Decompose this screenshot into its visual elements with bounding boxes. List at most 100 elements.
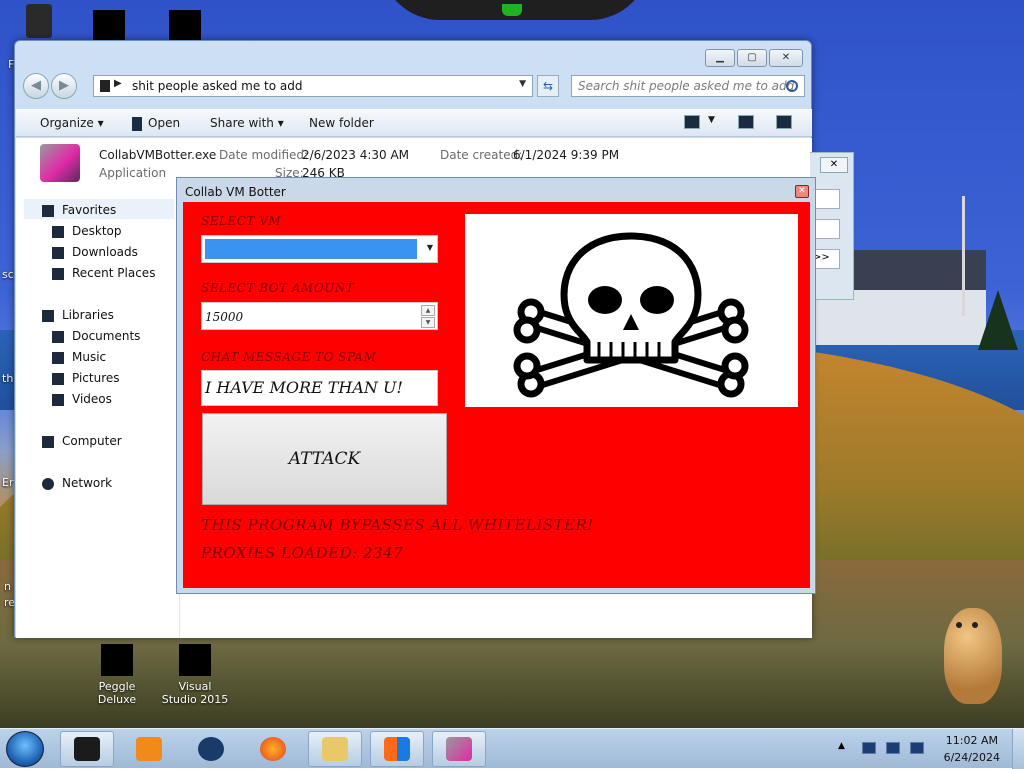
taskbar-explorer[interactable] bbox=[308, 731, 362, 767]
select-vm-dropdown[interactable]: ▼ bbox=[201, 235, 438, 263]
date-modified-value: 2/6/2023 4:30 AM bbox=[302, 148, 410, 162]
close-button[interactable]: ✕ bbox=[820, 157, 848, 173]
spin-down-icon[interactable]: ▼ bbox=[421, 317, 435, 328]
botter-body: SELECT VM ▼ SELECT BOT AMOUNT 15000 ▲ ▼ … bbox=[183, 202, 810, 588]
nav-label: Music bbox=[72, 350, 107, 364]
show-desktop-button[interactable] bbox=[1012, 729, 1024, 769]
peggle-icon bbox=[101, 644, 133, 676]
nav-favorites[interactable]: Favorites bbox=[42, 203, 116, 217]
back-button[interactable]: ◀ bbox=[23, 73, 49, 99]
chevron-down-icon[interactable]: ▼ bbox=[519, 79, 526, 89]
share-with-label: Share with bbox=[210, 116, 274, 130]
nav-music[interactable]: Music bbox=[52, 350, 106, 364]
action-center-icon[interactable] bbox=[862, 742, 876, 754]
app-icon bbox=[384, 737, 410, 761]
globe-icon bbox=[198, 737, 224, 761]
nav-computer[interactable]: Computer bbox=[42, 434, 122, 448]
desktop-fragment: sc bbox=[2, 268, 14, 281]
background-dialog: ✕ >> bbox=[810, 152, 854, 300]
clock-date[interactable]: 6/24/2024 bbox=[944, 751, 1000, 764]
skull-image-panel bbox=[465, 214, 798, 407]
chevron-down-icon[interactable]: ▼ bbox=[427, 243, 433, 252]
nav-documents[interactable]: Documents bbox=[52, 329, 140, 343]
refresh-button[interactable]: ⇆ bbox=[537, 75, 559, 97]
star-icon bbox=[42, 204, 54, 217]
open-button[interactable]: Open bbox=[132, 116, 180, 131]
libraries-icon bbox=[42, 309, 54, 322]
nav-network[interactable]: Network bbox=[42, 476, 112, 490]
taskbar-media-player[interactable] bbox=[122, 731, 176, 767]
address-bar[interactable]: ▶ shit people asked me to add ▼ bbox=[93, 75, 533, 97]
start-button[interactable] bbox=[6, 731, 44, 767]
music-icon bbox=[52, 351, 64, 364]
open-label: Open bbox=[148, 116, 181, 130]
nav-label: Downloads bbox=[72, 245, 138, 259]
search-icon[interactable] bbox=[786, 80, 798, 92]
collabvmbotter-file-icon bbox=[40, 144, 80, 182]
forward-button[interactable]: ▶ bbox=[51, 73, 77, 99]
help-icon[interactable] bbox=[776, 115, 792, 129]
nav-label: Videos bbox=[72, 392, 112, 406]
nav-label: Pictures bbox=[72, 371, 120, 385]
chat-message-label: CHAT MESSAGE TO SPAM bbox=[201, 350, 377, 364]
bot-amount-stepper[interactable]: 15000 ▲ ▼ bbox=[201, 302, 438, 330]
nav-libraries[interactable]: Libraries bbox=[42, 308, 114, 322]
volume-icon[interactable] bbox=[910, 742, 924, 754]
nav-recent-places[interactable]: Recent Places bbox=[52, 266, 155, 280]
network-icon[interactable] bbox=[886, 742, 900, 754]
taskbar-app-1[interactable] bbox=[60, 731, 114, 767]
system-tray: ▲ 11:02 AM 6/24/2024 bbox=[834, 729, 1024, 769]
file-name: CollabVMBotter.exe bbox=[99, 148, 217, 162]
desktop-icon-recycle-bin[interactable] bbox=[4, 4, 74, 42]
new-folder-button[interactable]: New folder bbox=[309, 116, 374, 130]
bot-amount-value: 15000 bbox=[205, 310, 244, 324]
desktop-fragment: Er bbox=[2, 476, 14, 489]
taskbar: ▲ 11:02 AM 6/24/2024 bbox=[0, 728, 1024, 769]
gopher-gadget bbox=[944, 608, 1002, 704]
show-hidden-icons-icon[interactable]: ▲ bbox=[838, 741, 845, 751]
select-vm-selection bbox=[205, 239, 417, 259]
open-icon bbox=[132, 116, 142, 131]
view-options-icon[interactable] bbox=[684, 115, 700, 129]
minimize-button[interactable]: ▁ bbox=[705, 49, 735, 67]
taskbar-collabvmbotter[interactable] bbox=[432, 731, 486, 767]
chevron-right-icon[interactable]: ▶ bbox=[114, 78, 122, 89]
preview-pane-icon[interactable] bbox=[738, 115, 754, 129]
spin-up-icon[interactable]: ▲ bbox=[421, 305, 435, 316]
desktop-icon-peggle-deluxe[interactable]: Peggle Deluxe bbox=[82, 644, 152, 706]
taskbar-globe[interactable] bbox=[184, 731, 238, 767]
folder-icon bbox=[93, 10, 125, 42]
date-modified-label: Date modified: bbox=[219, 148, 309, 162]
attack-button[interactable]: ATTACK bbox=[202, 413, 447, 505]
desktop-icon-visual-studio[interactable]: Visual Studio 2015 bbox=[160, 644, 230, 706]
view-dropdown-icon[interactable]: ▼ bbox=[708, 115, 715, 125]
nav-downloads[interactable]: Downloads bbox=[52, 245, 138, 259]
network-icon bbox=[42, 477, 54, 490]
close-button[interactable]: ✕ bbox=[795, 185, 809, 198]
recent-places-icon bbox=[52, 267, 64, 280]
taskbar-firefox[interactable] bbox=[246, 731, 300, 767]
wallpaper-pole bbox=[962, 196, 965, 316]
nav-videos[interactable]: Videos bbox=[52, 392, 112, 406]
proxies-loaded-text: PROXIES LOADED: 2347 bbox=[201, 544, 404, 562]
maximize-button[interactable]: ▢ bbox=[737, 49, 767, 67]
nav-desktop[interactable]: Desktop bbox=[52, 224, 122, 238]
downloads-icon bbox=[52, 246, 64, 259]
computer-icon bbox=[42, 435, 54, 448]
nav-label: Libraries bbox=[62, 308, 114, 322]
date-created-value: 6/1/2024 9:39 PM bbox=[513, 148, 620, 162]
taskbar-app-colors[interactable] bbox=[370, 731, 424, 767]
close-button[interactable]: ✕ bbox=[769, 49, 803, 67]
organize-label: Organize bbox=[40, 116, 94, 130]
chat-message-input[interactable]: I HAVE MORE THAN U! bbox=[201, 370, 438, 406]
organize-menu[interactable]: Organize ▾ bbox=[40, 116, 104, 130]
documents-icon bbox=[52, 330, 64, 343]
recycle-bin-icon bbox=[26, 4, 52, 38]
navigation-bar: ◀ ▶ ▶ shit people asked me to add ▼ ⇆ Se… bbox=[23, 73, 805, 99]
share-with-menu[interactable]: Share with ▾ bbox=[210, 116, 284, 130]
skull-and-crossbones-icon bbox=[513, 232, 749, 398]
clock-time[interactable]: 11:02 AM bbox=[946, 734, 998, 747]
nav-label: Favorites bbox=[62, 203, 117, 217]
search-input[interactable]: Search shit people asked me to add bbox=[571, 75, 805, 97]
nav-pictures[interactable]: Pictures bbox=[52, 371, 120, 385]
